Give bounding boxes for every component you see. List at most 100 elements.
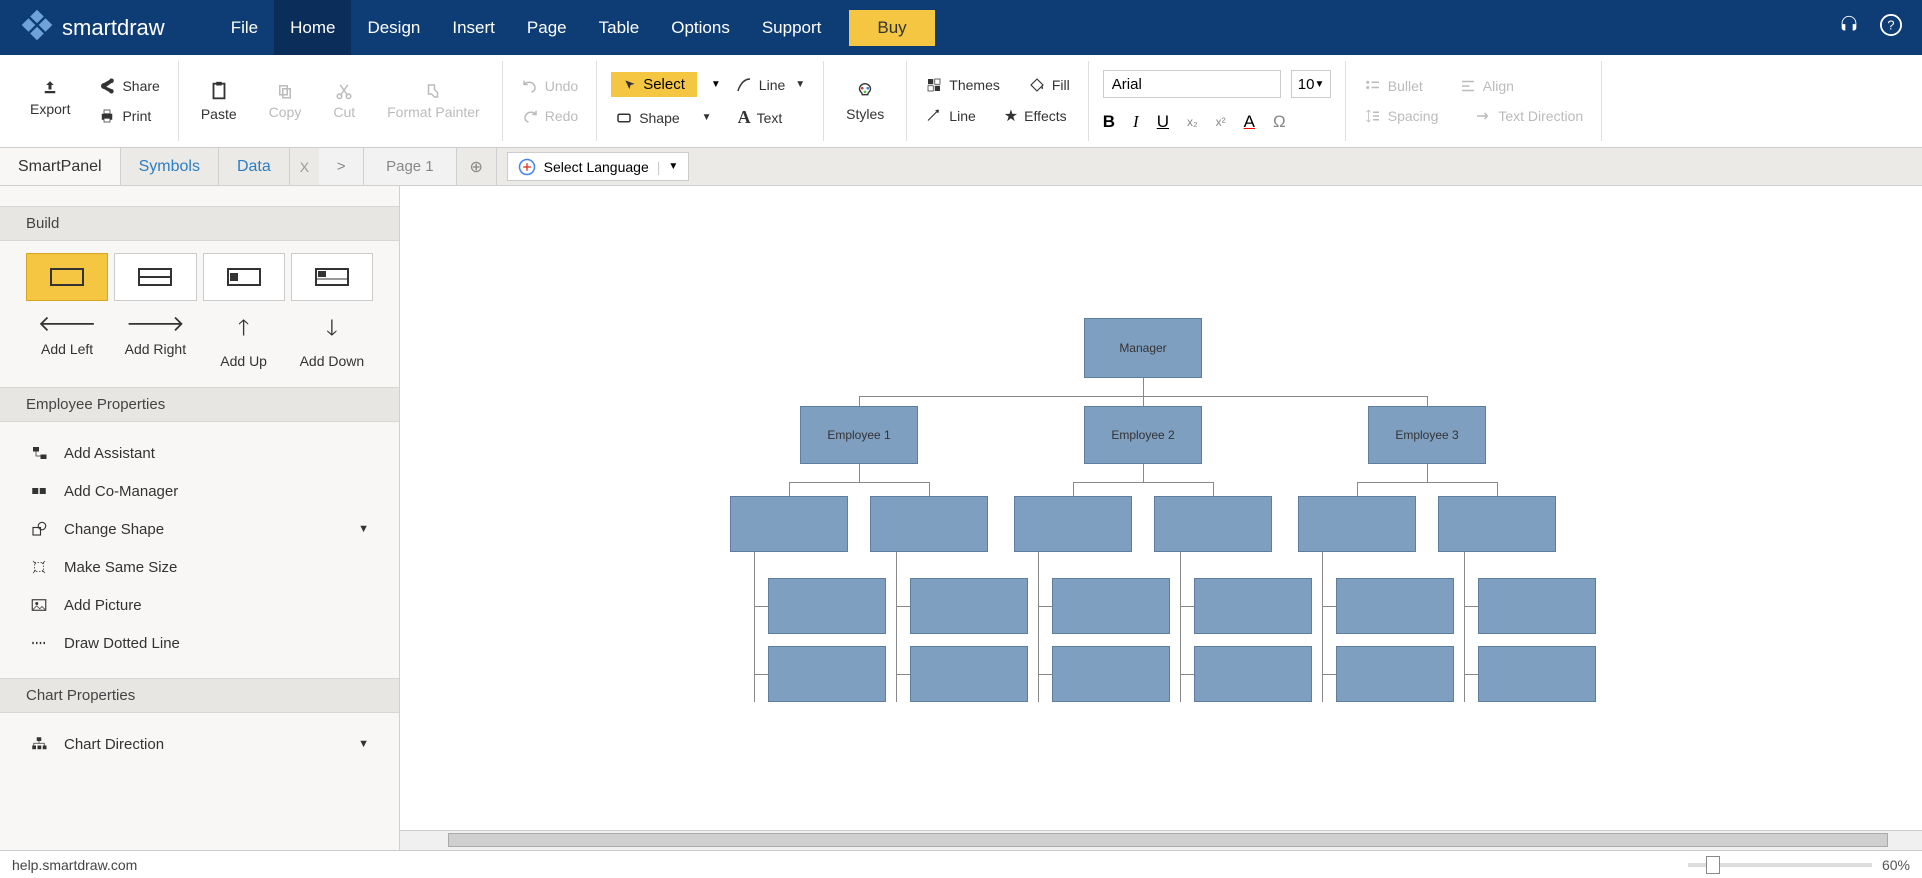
share-label: Share: [122, 78, 159, 94]
add-picture-button[interactable]: Add Picture: [26, 586, 373, 624]
select-tool[interactable]: Select: [611, 72, 697, 97]
logo-text: smartdraw: [62, 15, 165, 41]
build-box-plain[interactable]: [26, 253, 108, 301]
node-blank[interactable]: [1438, 496, 1556, 552]
font-family-input[interactable]: [1103, 70, 1281, 98]
build-box-photo-top[interactable]: [291, 253, 373, 301]
add-up-button[interactable]: 🡑Add Up: [203, 311, 285, 369]
node-blank[interactable]: [1014, 496, 1132, 552]
node-blank[interactable]: [1154, 496, 1272, 552]
panel-close[interactable]: X: [290, 148, 319, 185]
node-emp2[interactable]: Employee 2: [1084, 406, 1202, 464]
node-blank[interactable]: [1194, 646, 1312, 702]
line-tool[interactable]: Line▼: [731, 74, 809, 96]
underline-button[interactable]: U: [1157, 112, 1169, 132]
change-shape-button[interactable]: Change Shape▼: [26, 510, 373, 548]
node-blank[interactable]: [730, 496, 848, 552]
page-nav-prev[interactable]: >: [319, 148, 364, 185]
dotted-line-button[interactable]: Draw Dotted Line: [26, 624, 373, 662]
redo-button[interactable]: Redo: [517, 105, 582, 127]
superscript-button[interactable]: x²: [1216, 115, 1226, 129]
app-logo[interactable]: smartdraw: [20, 8, 165, 48]
language-label: Select Language: [544, 159, 649, 175]
align-button[interactable]: Align: [1455, 75, 1518, 97]
text-tool[interactable]: AText: [734, 105, 787, 130]
horizontal-scrollbar[interactable]: [400, 830, 1922, 850]
node-blank[interactable]: [1194, 578, 1312, 634]
buy-button[interactable]: Buy: [849, 10, 934, 46]
node-blank[interactable]: [768, 578, 886, 634]
nav-support[interactable]: Support: [746, 0, 838, 55]
font-color-button[interactable]: A: [1244, 112, 1255, 132]
add-page-button[interactable]: ⊕: [457, 148, 497, 185]
subscript-button[interactable]: x₂: [1187, 115, 1198, 129]
node-emp3-label: Employee 3: [1395, 428, 1458, 442]
same-size-button[interactable]: Make Same Size: [26, 548, 373, 586]
styles-button[interactable]: Styles: [838, 76, 892, 126]
copy-button[interactable]: Copy: [261, 78, 310, 124]
nav-file[interactable]: File: [215, 0, 274, 55]
add-comanager-button[interactable]: Add Co-Manager: [26, 472, 373, 510]
copy-label: Copy: [269, 104, 302, 120]
zoom-slider[interactable]: [1688, 863, 1872, 867]
shape-tool[interactable]: Shape▼: [611, 107, 715, 129]
tab-data[interactable]: Data: [219, 148, 290, 185]
nav-home[interactable]: Home: [274, 0, 351, 55]
print-button[interactable]: Print: [94, 105, 163, 127]
page-tab-1[interactable]: Page 1: [364, 148, 457, 185]
nav-table[interactable]: Table: [583, 0, 656, 55]
add-left-button[interactable]: 🡐Add Left: [26, 311, 108, 369]
node-blank[interactable]: [870, 496, 988, 552]
bold-button[interactable]: B: [1103, 112, 1115, 132]
node-blank[interactable]: [1336, 646, 1454, 702]
node-emp3[interactable]: Employee 3: [1368, 406, 1486, 464]
status-url: help.smartdraw.com: [12, 857, 137, 873]
nav-page[interactable]: Page: [511, 0, 583, 55]
select-dropdown[interactable]: ▼: [711, 79, 721, 90]
symbol-button[interactable]: Ω: [1273, 112, 1286, 132]
line-style-button[interactable]: Line: [921, 105, 979, 127]
share-button[interactable]: Share: [94, 75, 163, 97]
nav-options[interactable]: Options: [655, 0, 746, 55]
format-painter-button[interactable]: Format Painter: [379, 78, 488, 124]
effects-button[interactable]: ★Effects: [1000, 104, 1071, 128]
tab-symbols[interactable]: Symbols: [121, 148, 219, 185]
nav-insert[interactable]: Insert: [436, 0, 511, 55]
undo-button[interactable]: Undo: [517, 75, 582, 97]
fill-button[interactable]: Fill: [1024, 74, 1074, 96]
italic-button[interactable]: I: [1133, 112, 1139, 132]
add-right-button[interactable]: 🡒Add Right: [114, 311, 196, 369]
node-blank[interactable]: [1478, 578, 1596, 634]
text-direction-button[interactable]: Text Direction: [1470, 105, 1587, 127]
node-blank[interactable]: [768, 646, 886, 702]
add-down-button[interactable]: 🡓Add Down: [291, 311, 373, 369]
text-label: Text: [757, 110, 783, 126]
cut-button[interactable]: Cut: [325, 78, 363, 124]
node-blank[interactable]: [1478, 646, 1596, 702]
chart-direction-button[interactable]: Chart Direction▼: [26, 725, 373, 763]
canvas-area[interactable]: Manager Employee 1 Employee 2 Employee 3: [400, 186, 1922, 850]
tab-smartpanel[interactable]: SmartPanel: [0, 148, 121, 185]
node-manager[interactable]: Manager: [1084, 318, 1202, 378]
add-picture-label: Add Picture: [64, 597, 142, 614]
bullet-button[interactable]: Bullet: [1360, 75, 1427, 97]
help-icon[interactable]: ?: [1880, 14, 1902, 41]
node-emp1[interactable]: Employee 1: [800, 406, 918, 464]
node-blank[interactable]: [1298, 496, 1416, 552]
build-box-split[interactable]: [114, 253, 196, 301]
themes-button[interactable]: Themes: [921, 74, 1004, 96]
node-blank[interactable]: [1336, 578, 1454, 634]
node-blank[interactable]: [1052, 578, 1170, 634]
build-box-photo-left[interactable]: [203, 253, 285, 301]
add-assistant-button[interactable]: Add Assistant: [26, 434, 373, 472]
node-blank[interactable]: [910, 646, 1028, 702]
nav-design[interactable]: Design: [351, 0, 436, 55]
node-blank[interactable]: [910, 578, 1028, 634]
node-blank[interactable]: [1052, 646, 1170, 702]
spacing-button[interactable]: Spacing: [1360, 105, 1443, 127]
font-size-input[interactable]: 10▼: [1291, 70, 1331, 98]
headset-icon[interactable]: [1838, 14, 1860, 41]
export-button[interactable]: Export: [22, 75, 78, 127]
language-selector[interactable]: Select Language |▼: [507, 152, 690, 181]
paste-button[interactable]: Paste: [193, 76, 245, 126]
